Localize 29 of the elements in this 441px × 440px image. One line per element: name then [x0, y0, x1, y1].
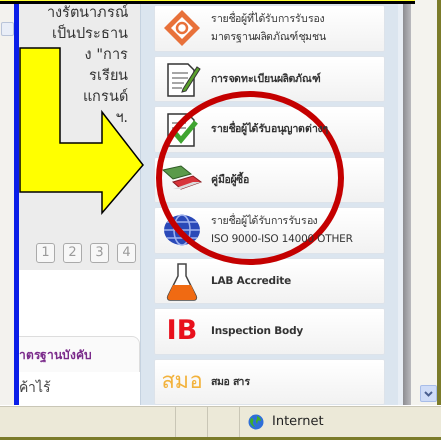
text-line: ฯ.	[114, 109, 129, 128]
logo-text: IB	[166, 314, 198, 348]
menu-item[interactable]: IB Inspection Body	[154, 308, 385, 354]
menu-label: LAB Accredite	[211, 274, 292, 289]
menu-item[interactable]: การจดทะเบียนผลิตภัณฑ์	[154, 56, 385, 102]
menu-label: รายชื่อผู้ได้รับการรับรอง	[211, 212, 318, 230]
tab-content-text: ค้าไร้	[19, 378, 52, 398]
menu-item[interactable]: LAB Accredite	[154, 258, 385, 304]
logo-text: สมอ	[161, 368, 203, 396]
text-line: รเรียน	[88, 66, 129, 86]
menu-label: รายชื่อผู้ที่ได้รับการรับรอง	[211, 10, 326, 28]
menu-label: คู่มือผู้ซื้อ	[211, 170, 249, 188]
menu-item[interactable]: รายชื่อผู้ที่ได้รับการรับรอง มาตรฐานผลิตภัณฑ์ชุมชน	[154, 5, 385, 52]
text-line: แกรนด์	[82, 87, 129, 107]
scroll-up-button[interactable]	[0, 22, 14, 36]
text-line: างรัตนาภรณ์	[46, 3, 129, 23]
text-line: เป็นประธาน	[51, 24, 129, 44]
menu-label: Inspection Body	[211, 324, 304, 340]
menu-item[interactable]: สมอ สมอ สาร	[154, 358, 385, 405]
security-zone-text: Internet	[272, 412, 324, 431]
scroll-down-button[interactable]	[420, 385, 437, 402]
menu-label: มาตรฐานผลิตภัณฑ์ชุมชน	[211, 30, 326, 46]
menu-item[interactable]: คู่มือผู้ซื้อ	[154, 156, 385, 203]
text-line: ง "การ	[84, 46, 129, 65]
chevron-down-icon	[424, 390, 433, 396]
tab[interactable]: าตรฐานบังคับ	[19, 336, 140, 372]
menu-label: การจดทะเบียนผลิตภัณฑ์	[211, 72, 321, 87]
globe-icon	[248, 414, 264, 430]
menu-label: สมอ สาร	[211, 374, 250, 390]
